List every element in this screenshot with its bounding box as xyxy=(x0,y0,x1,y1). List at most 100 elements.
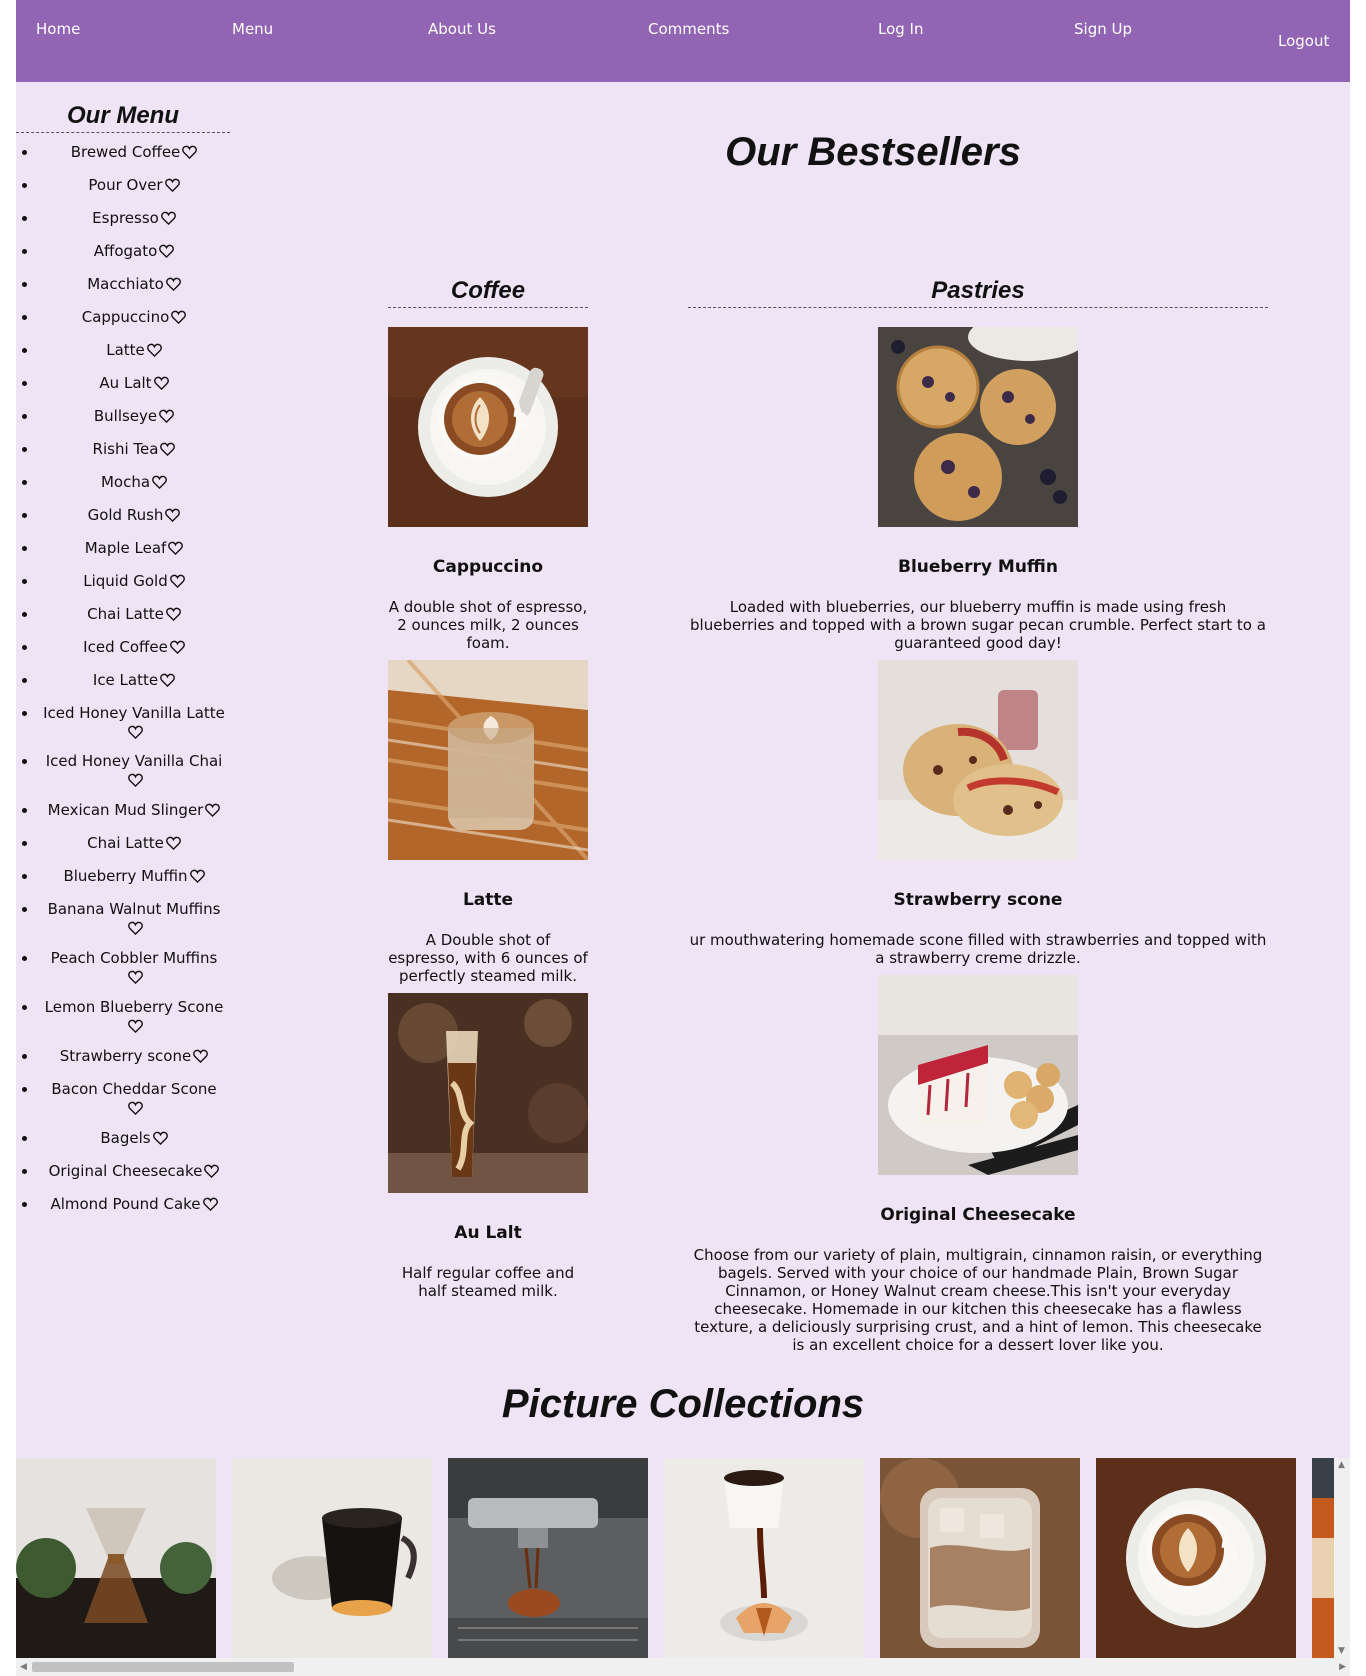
strawberry-scone-photo[interactable] xyxy=(878,660,1078,860)
menu-item[interactable]: Iced Honey Vanilla Latte xyxy=(38,704,230,742)
product-name: Cappuccino xyxy=(432,557,544,577)
picture-gallery[interactable] xyxy=(16,1458,1334,1658)
heart-icon[interactable] xyxy=(165,277,181,292)
menu-item[interactable]: Iced Honey Vanilla Chai xyxy=(38,752,230,790)
heart-icon[interactable] xyxy=(152,475,167,490)
coffee-column: Coffee Cappuccino A double shot of espre… xyxy=(388,277,588,1300)
heart-icon[interactable] xyxy=(127,970,143,985)
menu-item[interactable]: Mocha xyxy=(38,473,230,492)
menu-item[interactable]: Almond Pound Cake xyxy=(38,1195,230,1214)
menu-item[interactable]: Blueberry Muffin xyxy=(38,867,230,886)
menu-item[interactable]: Bagels xyxy=(38,1129,230,1148)
product-description: Loaded with blueberries, our blueberry m… xyxy=(690,598,1266,652)
menu-item-label: Rishi Tea xyxy=(92,440,159,458)
product-card: Original Cheesecake Choose from our vari… xyxy=(688,975,1268,1354)
gallery-photo-pour-over[interactable] xyxy=(16,1458,216,1658)
scrollbar-thumb[interactable] xyxy=(32,1662,294,1672)
menu-item-label: Espresso xyxy=(92,209,159,227)
menu-item[interactable]: Banana Walnut Muffins xyxy=(38,900,230,938)
menu-item[interactable]: Pour Over xyxy=(38,176,230,195)
heart-icon[interactable] xyxy=(127,921,143,936)
gallery-photo-partial[interactable] xyxy=(1312,1458,1334,1658)
original-cheesecake-photo[interactable] xyxy=(878,975,1078,1175)
menu-item[interactable]: Strawberry scone xyxy=(38,1047,230,1066)
heart-icon[interactable] xyxy=(202,1197,218,1212)
heart-icon[interactable] xyxy=(127,725,143,740)
menu-item[interactable]: Cappuccino xyxy=(38,308,230,327)
menu-item[interactable]: Bacon Cheddar Scone xyxy=(38,1080,230,1118)
heart-icon[interactable] xyxy=(193,1049,209,1064)
product-name: Au Lalt xyxy=(454,1223,522,1243)
gallery-vertical-scrollbar[interactable]: ▲ ▼ xyxy=(1334,1458,1350,1658)
menu-item[interactable]: Peach Cobbler Muffins xyxy=(38,949,230,987)
menu-item[interactable]: Espresso xyxy=(38,209,230,228)
menu-item[interactable]: Rishi Tea xyxy=(38,440,230,459)
scroll-down-arrow-icon[interactable]: ▼ xyxy=(1338,1646,1345,1656)
heart-icon[interactable] xyxy=(169,640,185,655)
heart-icon[interactable] xyxy=(152,1131,168,1146)
heart-icon[interactable] xyxy=(159,244,175,259)
menu-item[interactable]: Original Cheesecake xyxy=(38,1162,230,1181)
nav-logout-link[interactable]: Logout xyxy=(1278,32,1329,50)
gallery-photo-espresso-machine[interactable] xyxy=(448,1458,648,1658)
heart-icon[interactable] xyxy=(160,673,175,688)
blueberry-muffin-photo[interactable] xyxy=(878,327,1078,527)
menu-item[interactable]: Latte xyxy=(38,341,230,360)
nav-menu-link[interactable]: Menu xyxy=(232,20,273,38)
gallery-horizontal-scrollbar[interactable]: ◀ ▶ xyxy=(16,1658,1350,1676)
menu-item[interactable]: Liquid Gold xyxy=(38,572,230,591)
nav-about-link[interactable]: About Us xyxy=(428,20,496,38)
menu-item[interactable]: Ice Latte xyxy=(38,671,230,690)
menu-item[interactable]: Maple Leaf xyxy=(38,539,230,558)
cappuccino-photo[interactable] xyxy=(388,327,588,527)
heart-icon[interactable] xyxy=(169,574,185,589)
heart-icon[interactable] xyxy=(127,1019,143,1034)
heart-icon[interactable] xyxy=(159,409,175,424)
gallery-photo-black-coffee[interactable] xyxy=(232,1458,432,1658)
product-name: Strawberry scone xyxy=(893,890,1063,910)
scroll-up-arrow-icon[interactable]: ▲ xyxy=(1338,1460,1345,1470)
gallery-photo-iced-coffee-jar[interactable] xyxy=(880,1458,1080,1658)
menu-item[interactable]: Iced Coffee xyxy=(38,638,230,657)
menu-item[interactable]: Chai Latte xyxy=(38,834,230,853)
gallery-photo-affogato-pour[interactable] xyxy=(664,1458,864,1658)
heart-icon[interactable] xyxy=(160,442,176,457)
menu-item[interactable]: Mexican Mud Slinger xyxy=(38,801,230,820)
menu-item-label: Pour Over xyxy=(88,176,163,194)
nav-home-link[interactable]: Home xyxy=(36,20,80,38)
menu-sidebar: Our Menu Brewed CoffeePour OverEspressoA… xyxy=(16,102,230,1228)
scroll-left-arrow-icon[interactable]: ◀ xyxy=(20,1662,27,1672)
heart-icon[interactable] xyxy=(160,211,176,226)
menu-item-label: Mocha xyxy=(100,473,151,491)
heart-icon[interactable] xyxy=(127,1101,143,1116)
heart-icon[interactable] xyxy=(204,1164,220,1179)
heart-icon[interactable] xyxy=(171,310,187,325)
nav-comments-link[interactable]: Comments xyxy=(648,20,729,38)
menu-item[interactable]: Lemon Blueberry Scone xyxy=(38,998,230,1036)
heart-icon[interactable] xyxy=(165,836,181,851)
menu-item[interactable]: Chai Latte xyxy=(38,605,230,624)
heart-icon[interactable] xyxy=(153,376,169,391)
heart-icon[interactable] xyxy=(165,508,181,523)
menu-item[interactable]: Bullseye xyxy=(38,407,230,426)
menu-item[interactable]: Au Lalt xyxy=(38,374,230,393)
nav-login-link[interactable]: Log In xyxy=(878,20,924,38)
product-card: Latte A Double shot of espresso, with 6 … xyxy=(388,660,588,985)
heart-icon[interactable] xyxy=(165,607,181,622)
au-lalt-photo[interactable] xyxy=(388,993,588,1193)
heart-icon[interactable] xyxy=(127,773,143,788)
menu-item-label: Strawberry scone xyxy=(59,1047,192,1065)
menu-item[interactable]: Macchiato xyxy=(38,275,230,294)
heart-icon[interactable] xyxy=(146,343,162,358)
gallery-photo-cappuccino[interactable] xyxy=(1096,1458,1296,1658)
menu-item[interactable]: Affogato xyxy=(38,242,230,261)
heart-icon[interactable] xyxy=(205,803,221,818)
scroll-right-arrow-icon[interactable]: ▶ xyxy=(1339,1662,1346,1672)
nav-signup-link[interactable]: Sign Up xyxy=(1074,20,1132,38)
menu-item[interactable]: Gold Rush xyxy=(38,506,230,525)
latte-photo[interactable] xyxy=(388,660,588,860)
heart-icon[interactable] xyxy=(168,541,184,556)
heart-icon[interactable] xyxy=(189,869,205,884)
coffee-heading: Coffee xyxy=(388,277,588,308)
heart-icon[interactable] xyxy=(164,178,180,193)
